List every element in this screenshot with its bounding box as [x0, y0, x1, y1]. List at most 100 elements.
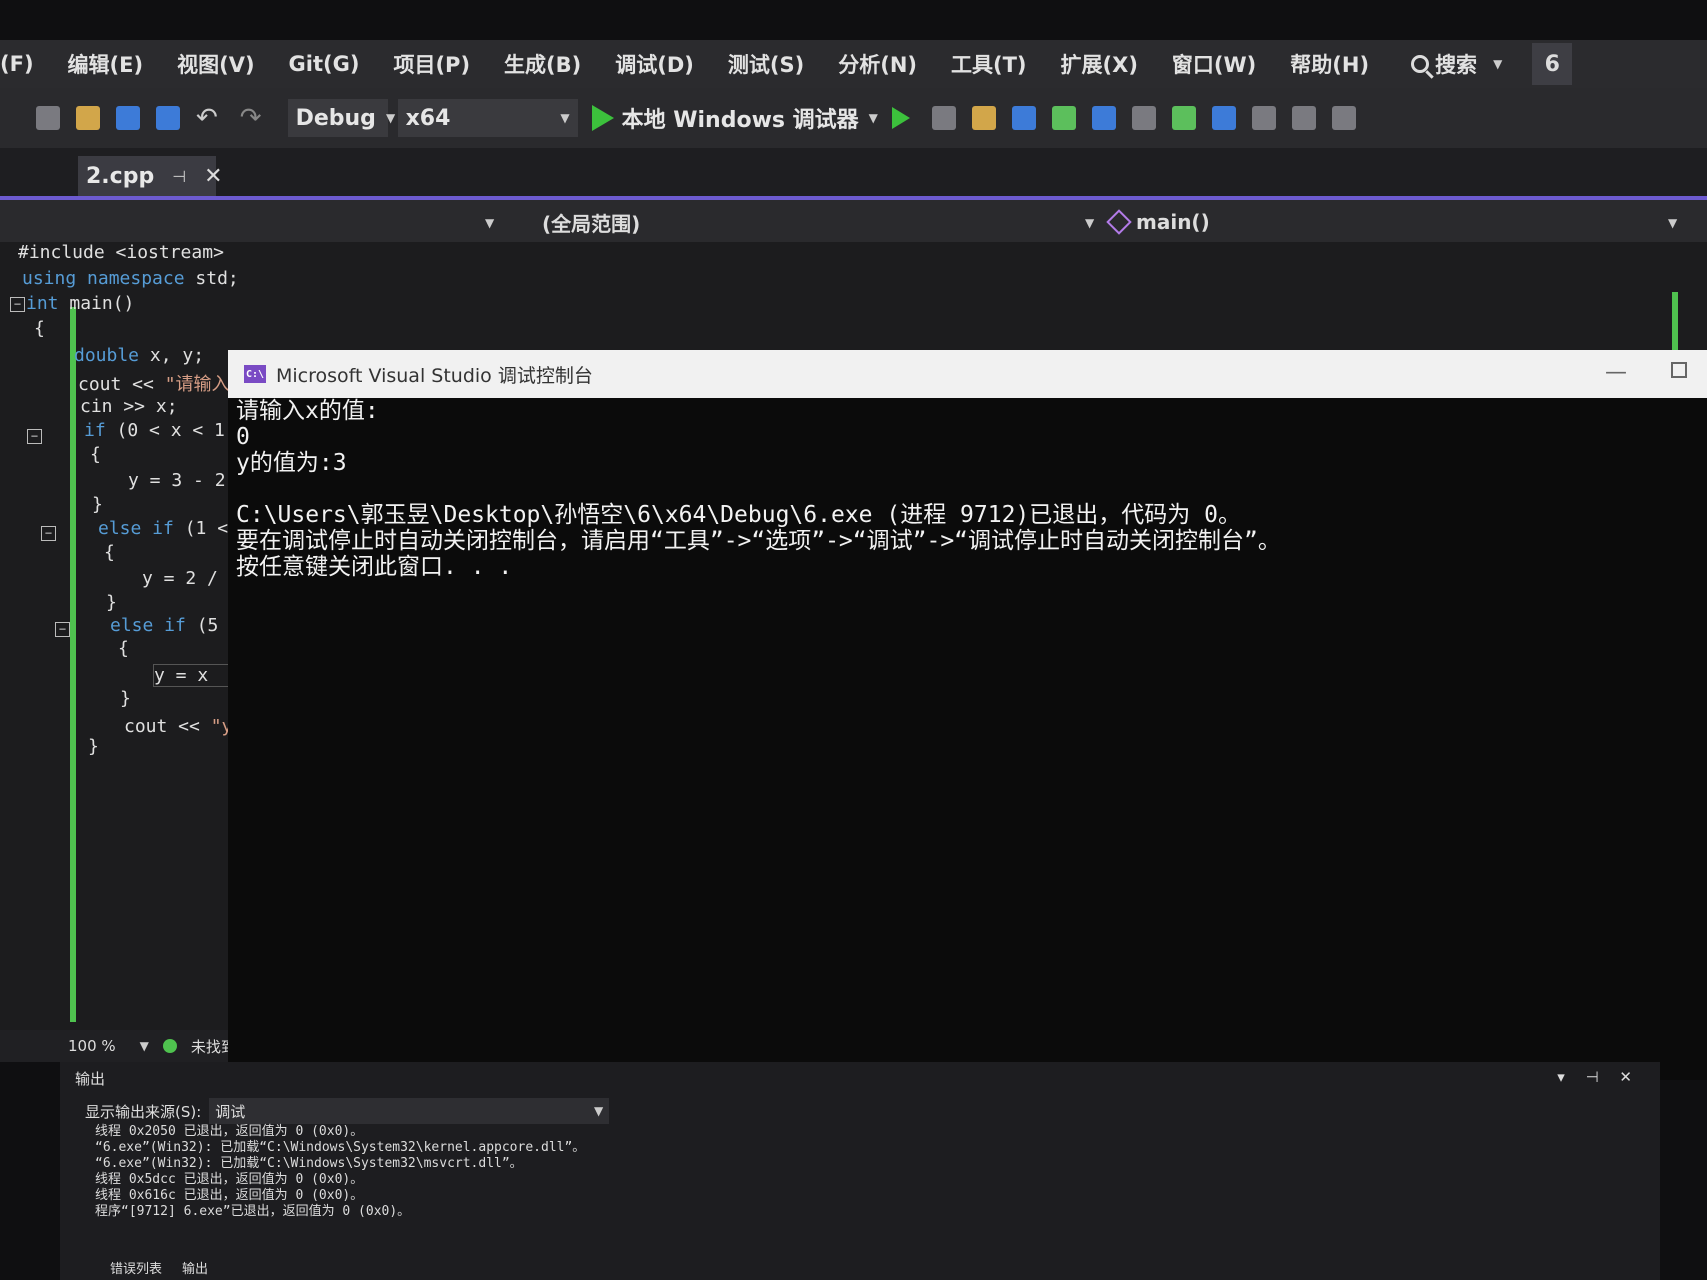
console-line: 0: [236, 424, 250, 450]
pin-icon[interactable]: ⊣: [172, 167, 186, 186]
start-without-debugging-icon[interactable]: [891, 107, 910, 129]
maximize-icon[interactable]: [1671, 362, 1687, 378]
output-source-select[interactable]: 调试 ▼: [209, 1098, 610, 1124]
code-text: x, y;: [139, 345, 205, 366]
menu-test[interactable]: 测试(S): [728, 49, 804, 79]
search-icon: [1411, 55, 1430, 73]
solution-explorer-icon[interactable]: [971, 106, 996, 130]
fold-toggle-icon[interactable]: −: [55, 622, 70, 637]
code-line: {: [118, 638, 129, 659]
bookmark-next-icon[interactable]: [1331, 106, 1356, 130]
code-text: cout <<: [124, 716, 211, 737]
code-line: using namespace std;: [22, 268, 239, 289]
save-all-icon[interactable]: [156, 106, 180, 130]
chevron-down-icon[interactable]: ▼: [869, 111, 878, 125]
menu-window[interactable]: 窗口(W): [1172, 49, 1256, 79]
console-title: Microsoft Visual Studio 调试控制台: [276, 364, 593, 387]
project-scope-dropdown[interactable]: [0, 206, 505, 238]
menu-git[interactable]: Git(G): [289, 52, 360, 76]
keyword: else if: [110, 615, 186, 636]
toolbar: ↶ ↷ Debug ▼ x64 ▼ 本地 Windows 调试器 ▼: [0, 88, 1707, 148]
menu-extensions[interactable]: 扩展(X): [1061, 49, 1138, 79]
code-line: cout << "请输入: [78, 370, 230, 396]
menu-file[interactable]: (F): [0, 52, 34, 76]
menu-analyze[interactable]: 分析(N): [838, 49, 917, 79]
minimize-icon[interactable]: —: [1605, 360, 1627, 385]
run-debugger-button[interactable]: 本地 Windows 调试器: [622, 102, 859, 134]
code-line: #include <iostream>: [18, 242, 224, 263]
uncomment-icon[interactable]: [1131, 106, 1156, 130]
output-source-row: 显示输出来源(S): 调试 ▼: [85, 1098, 610, 1124]
debug-console-window[interactable]: C:\ Microsoft Visual Studio 调试控制台 — 请输入x…: [228, 350, 1707, 1080]
keyword: int: [26, 293, 59, 314]
code-line: }: [92, 494, 103, 515]
console-line: 要在调试停止时自动关闭控制台，请启用“工具”->“选项”->“调试”->“调试停…: [236, 528, 1281, 554]
undo-icon[interactable]: ↶: [196, 103, 218, 133]
menu-debug[interactable]: 调试(D): [615, 49, 694, 79]
bookmark-icon[interactable]: [1251, 106, 1276, 130]
output-line: “6.exe”(Win32): 已加载“C:\Windows\System32\…: [95, 1140, 586, 1155]
check-circle-icon: [162, 1039, 177, 1053]
console-line: 请输入x的值:: [236, 398, 379, 424]
solution-badge[interactable]: 6: [1532, 43, 1573, 85]
start-debugging-icon[interactable]: [591, 105, 614, 131]
code-line: }: [106, 592, 117, 613]
configuration-value: Debug: [295, 105, 376, 131]
new-project-icon[interactable]: [36, 106, 60, 130]
save-icon[interactable]: [116, 106, 140, 130]
console-line: 按任意键关闭此窗口. . .: [236, 554, 513, 580]
navigation-bar: ▼ (全局范围) ▼ main() ▼: [0, 200, 1707, 242]
scope-dropdown[interactable]: (全局范围): [512, 206, 1102, 238]
close-icon[interactable]: ✕: [204, 164, 222, 189]
code-text: (0 < x < 1): [105, 420, 236, 441]
configuration-dropdown[interactable]: Debug ▼: [287, 99, 395, 137]
chevron-down-icon: ▼: [485, 216, 495, 230]
chevron-down-icon: ▼: [1085, 216, 1095, 230]
menu-help[interactable]: 帮助(H): [1290, 49, 1369, 79]
code-line: if (0 < x < 1): [84, 420, 236, 441]
chevron-down-icon: ▼: [1668, 216, 1678, 230]
chevron-down-icon[interactable]: ▼: [140, 1039, 149, 1053]
hot-reload-icon[interactable]: [931, 106, 956, 130]
search-box[interactable]: 搜索 ▼: [1411, 49, 1502, 79]
chevron-down-icon: ▼: [594, 1104, 604, 1118]
console-title-bar[interactable]: C:\ Microsoft Visual Studio 调试控制台 —: [228, 350, 1707, 398]
code-line: }: [120, 688, 131, 709]
code-line: cin >> x;: [80, 396, 178, 417]
open-folder-icon[interactable]: [76, 106, 100, 130]
bookmark-prev-icon[interactable]: [1291, 106, 1316, 130]
keyword: double: [74, 345, 140, 366]
output-line: 线程 0x5dcc 已退出，返回值为 0 (0x0)。: [95, 1172, 364, 1187]
menu-build[interactable]: 生成(B): [504, 49, 581, 79]
zoom-level[interactable]: 100 %: [68, 1037, 116, 1055]
search-label: 搜索: [1435, 53, 1478, 77]
console-line: y的值为:3: [236, 450, 347, 476]
tab-error-list[interactable]: 错误列表: [110, 1258, 162, 1277]
outdent-icon[interactable]: [1211, 106, 1236, 130]
check-icon[interactable]: [1051, 106, 1076, 130]
output-line: 线程 0x2050 已退出，返回值为 0 (0x0)。: [95, 1124, 364, 1139]
keyword: else if: [98, 518, 174, 539]
tab-2-cpp[interactable]: 2.cpp ⊣ ✕: [78, 156, 223, 196]
method-cube-icon: [1106, 209, 1132, 235]
indent-icon[interactable]: [1171, 106, 1196, 130]
redo-icon[interactable]: ↷: [240, 103, 262, 133]
tab-output[interactable]: 输出: [182, 1258, 208, 1277]
code-text: main(): [58, 293, 135, 314]
console-output: 请输入x的值: 0 y的值为:3 C:\Users\郭玉昱\Desktop\孙悟…: [236, 398, 1281, 580]
panel-controls[interactable]: ▾ ⊣ ✕: [1557, 1068, 1640, 1086]
function-value: main(): [1136, 210, 1210, 234]
menu-project[interactable]: 项目(P): [393, 49, 470, 79]
output-line: “6.exe”(Win32): 已加载“C:\Windows\System32\…: [95, 1156, 523, 1171]
window-icon[interactable]: [1011, 106, 1036, 130]
platform-dropdown[interactable]: x64 ▼: [397, 99, 578, 137]
keyword: if: [84, 420, 106, 441]
output-panel-title: 输出: [75, 1070, 106, 1088]
menu-tools[interactable]: 工具(T): [951, 49, 1027, 79]
chevron-down-icon: ▼: [560, 111, 570, 125]
function-dropdown[interactable]: main(): [1106, 206, 1700, 238]
scope-value: (全局范围): [542, 211, 641, 236]
menu-edit[interactable]: 编辑(E): [68, 49, 144, 79]
menu-view[interactable]: 视图(V): [177, 49, 254, 79]
comment-icon[interactable]: [1091, 106, 1116, 130]
